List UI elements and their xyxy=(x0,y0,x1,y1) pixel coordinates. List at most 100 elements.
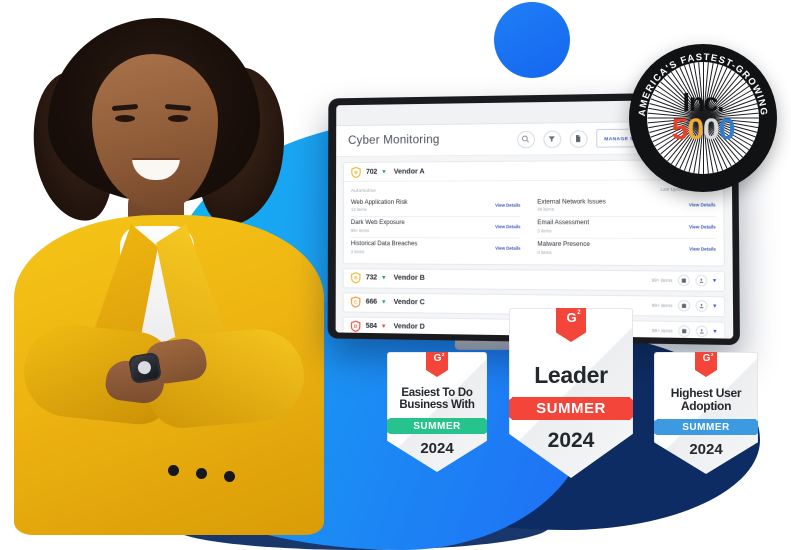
badge-year: 2024 xyxy=(689,441,722,458)
risk-item: Historical Data Breaches 2 items View De… xyxy=(351,237,521,259)
decorative-circle-blob xyxy=(494,2,570,78)
grade-shield-icon: D xyxy=(351,321,361,332)
risk-name: External Network Issues xyxy=(537,199,689,206)
inc-number: 5000 xyxy=(672,115,735,145)
g2-badge-highest-user-adoption: G2 Highest User Adoption SUMMER 2024 xyxy=(654,352,758,474)
badge-season: SUMMER xyxy=(512,397,630,420)
person-photo xyxy=(20,10,320,518)
share-icon[interactable] xyxy=(695,275,707,287)
grade-letter: D xyxy=(354,324,357,329)
risk-item: External Network Issues 48 items View De… xyxy=(537,195,715,216)
risk-item: Web Application Risk 13 items View Detai… xyxy=(351,195,521,215)
vendor-score: 702 xyxy=(366,168,377,175)
g2-logo-ribbon: G2 xyxy=(556,308,586,342)
risk-text: External Network Issues 48 items xyxy=(537,199,689,213)
trend-indicator-icon: ▾ xyxy=(382,168,386,175)
badge-shape: G2 Highest User Adoption SUMMER 2024 xyxy=(654,352,758,474)
risk-text: Historical Data Breaches 2 items xyxy=(351,241,495,255)
risk-column-left: Web Application Risk 13 items View Detai… xyxy=(351,195,529,258)
view-details-link[interactable]: View Details xyxy=(495,203,520,208)
risk-item: Dark Web Exposure 99+ items View Details xyxy=(351,216,521,237)
view-details-link[interactable]: View Details xyxy=(689,203,716,208)
document-icon[interactable] xyxy=(569,130,587,148)
vendor-score: 584 xyxy=(366,323,377,330)
view-details-link[interactable]: View Details xyxy=(689,225,716,230)
share-icon[interactable] xyxy=(695,300,707,312)
calendar-icon[interactable] xyxy=(678,325,690,337)
trend-indicator-icon: ▾ xyxy=(382,275,386,282)
badge-season: SUMMER xyxy=(657,419,756,435)
vendor-score: 732 xyxy=(366,275,377,282)
row-spacer xyxy=(430,279,646,281)
page-title: Cyber Monitoring xyxy=(348,134,440,147)
grade-shield-icon: C xyxy=(351,297,361,308)
vendor-sector: Automotive xyxy=(351,188,376,193)
badge-title: Leader xyxy=(534,363,608,387)
badge-title: Highest User Adoption xyxy=(655,387,757,412)
calendar-icon[interactable] xyxy=(678,275,690,287)
grade-letter: B xyxy=(354,275,357,280)
share-icon[interactable] xyxy=(696,326,708,338)
risk-grid: Web Application Risk 13 items View Detai… xyxy=(351,195,716,260)
chevron-down-icon[interactable]: ▾ xyxy=(713,303,716,309)
g2-logo-icon: G2 xyxy=(434,354,441,364)
chevron-down-icon[interactable]: ▾ xyxy=(713,278,716,284)
grade-shield-icon: B xyxy=(351,166,361,177)
row-spacer xyxy=(430,303,646,305)
g2-logo-icon: G2 xyxy=(703,354,710,364)
risk-item: Malware Presence 0 items View Details xyxy=(537,237,716,259)
eye-left xyxy=(115,115,135,122)
blazer-buttons xyxy=(168,465,238,479)
filter-icon[interactable] xyxy=(543,130,561,148)
badge-title: Easiest To Do Business With xyxy=(388,387,486,411)
risk-count: 48 items xyxy=(537,207,689,212)
view-details-link[interactable]: View Details xyxy=(495,246,520,251)
grade-letter: B xyxy=(354,169,357,174)
vendor-name: Vendor B xyxy=(394,275,425,282)
g2-badge-leader: G2 Leader SUMMER 2024 xyxy=(509,308,633,478)
vendor-name: Vendor D xyxy=(394,323,425,331)
badge-shape: G2 Leader SUMMER 2024 xyxy=(509,308,633,478)
risk-name: Dark Web Exposure xyxy=(351,220,495,227)
eye-right xyxy=(168,115,188,122)
risk-count: 2 items xyxy=(351,249,495,255)
vendor-card: B 732 ▾ Vendor B 99+ items ▾ xyxy=(343,268,725,292)
badge-season: SUMMER xyxy=(390,418,485,434)
risk-item: Email Assessment 3 items View Details xyxy=(537,216,716,238)
trend-indicator-icon: ▾ xyxy=(382,299,386,306)
header-spacer xyxy=(448,139,509,140)
view-details-link[interactable]: View Details xyxy=(689,247,716,252)
g2-logo-ribbon: G2 xyxy=(426,352,448,377)
risk-name: Historical Data Breaches xyxy=(351,241,495,249)
vendor-item-count: 99+ items xyxy=(652,303,673,308)
vendor-score: 666 xyxy=(366,299,377,306)
risk-name: Malware Presence xyxy=(537,242,689,250)
badge-year: 2024 xyxy=(548,429,595,453)
chevron-down-icon[interactable]: ▾ xyxy=(713,328,716,334)
risk-name: Web Application Risk xyxy=(351,199,495,206)
risk-text: Dark Web Exposure 99+ items xyxy=(351,220,495,233)
view-details-link[interactable]: View Details xyxy=(495,224,520,229)
hero-composition: Cyber Monitoring MANAGE SUBSCRIPTIONS AD… xyxy=(0,0,791,518)
inc-word: Inc. xyxy=(683,91,724,114)
vendor-name: Vendor C xyxy=(394,299,425,306)
risk-count: 99+ items xyxy=(351,228,495,233)
g2-logo-icon: G2 xyxy=(566,311,575,324)
calendar-icon[interactable] xyxy=(678,300,690,312)
risk-count: 3 items xyxy=(537,229,689,234)
vendor-item-count: 99+ items xyxy=(651,278,672,283)
vendor-name: Vendor A xyxy=(394,168,425,175)
risk-text: Malware Presence 0 items xyxy=(537,242,689,256)
risk-count: 13 items xyxy=(351,207,495,212)
grade-shield-icon: B xyxy=(351,272,361,283)
grade-letter: C xyxy=(354,300,357,305)
g2-logo-ribbon: G2 xyxy=(695,352,717,377)
vendor-row[interactable]: B 732 ▾ Vendor B 99+ items ▾ xyxy=(344,269,724,291)
trend-indicator-icon: ▾ xyxy=(382,323,386,330)
search-icon[interactable] xyxy=(517,130,535,148)
risk-column-right: External Network Issues 48 items View De… xyxy=(529,195,716,260)
badge-shape: G2 Easiest To Do Business With SUMMER 20… xyxy=(387,352,487,472)
wristwatch xyxy=(128,352,162,385)
badge-year: 2024 xyxy=(420,440,453,457)
risk-count: 0 items xyxy=(537,250,689,256)
